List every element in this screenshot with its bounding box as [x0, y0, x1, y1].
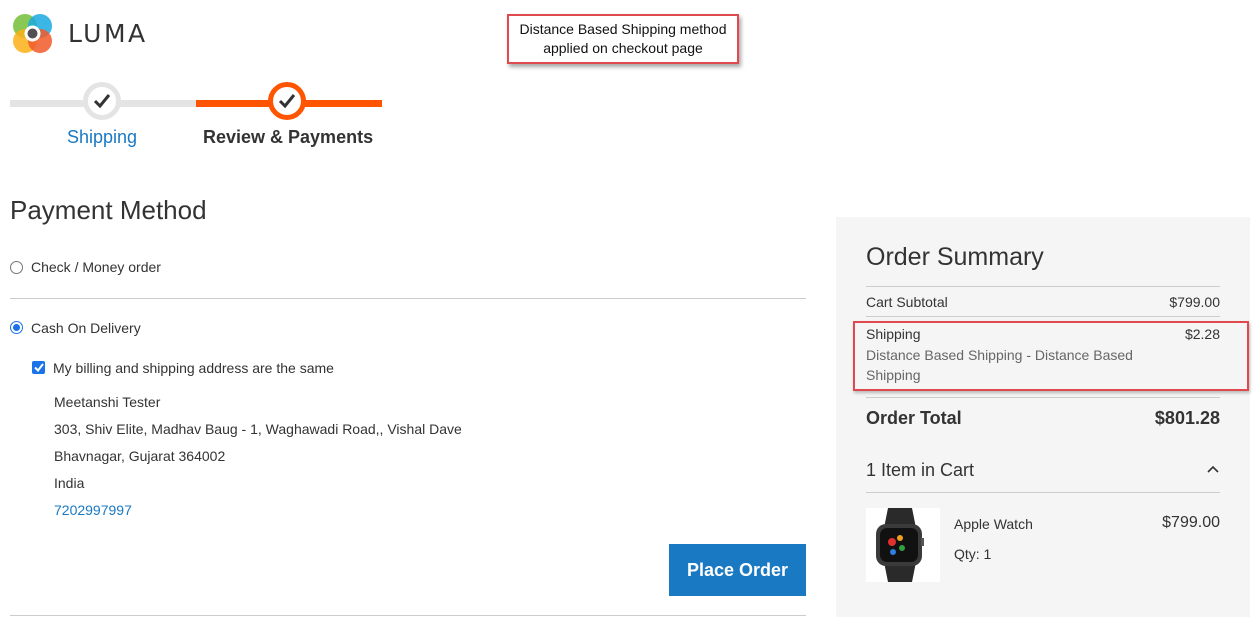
shipping-value: $2.28	[1184, 326, 1220, 342]
product-qty: Qty: 1	[954, 546, 992, 562]
radio-check-money-order[interactable]	[10, 261, 23, 274]
product-name: Apple Watch	[954, 516, 1033, 532]
payment-method-label-check[interactable]: Check / Money order	[31, 259, 161, 275]
cart-subtotal-row: Cart Subtotal $799.00	[866, 294, 1220, 310]
items-in-cart-label: 1 Item in Cart	[866, 460, 975, 480]
checkmark-icon	[33, 363, 44, 372]
checkmark-icon	[278, 94, 296, 109]
step-review-circle	[268, 82, 306, 120]
address-phone-link[interactable]: 7202997997	[54, 502, 132, 518]
logo-text: LUMA	[68, 19, 148, 48]
luma-logo-icon	[13, 14, 52, 53]
order-summary-panel: Order Summary Cart Subtotal $799.00 Ship…	[836, 217, 1250, 617]
order-total-value: $801.28	[1154, 408, 1220, 428]
step-review-label: Review & Payments	[203, 127, 374, 147]
checkout-progress: Shipping Review & Payments	[10, 78, 382, 158]
shipping-label: Shipping	[866, 326, 921, 342]
address-name: Meetanshi Tester	[54, 394, 161, 410]
cart-subtotal-label: Cart Subtotal	[866, 294, 948, 310]
step-shipping-circle[interactable]	[83, 82, 121, 120]
address-city: Bhavnagar, Gujarat 364002	[54, 448, 226, 464]
order-total-label: Order Total	[866, 408, 962, 428]
checkmark-icon	[93, 94, 111, 109]
order-total-row: Order Total $801.28	[866, 408, 1220, 429]
same-address-label[interactable]: My billing and shipping address are the …	[53, 360, 334, 376]
annotation-line-2: applied on checkout page	[543, 40, 703, 56]
divider	[866, 397, 1220, 398]
apple-watch-thumbnail	[866, 508, 940, 582]
product-price: $799.00	[1162, 514, 1220, 531]
shipping-row: Shipping $2.28	[866, 326, 1220, 342]
annotation-callout: Distance Based Shipping method applied o…	[507, 14, 739, 64]
address-street: 303, Shiv Elite, Madhav Baug - 1, Waghaw…	[54, 421, 462, 437]
shipping-method-description: Distance Based Shipping - Distance Based…	[866, 347, 1133, 383]
cart-subtotal-value: $799.00	[1169, 294, 1220, 310]
luma-logo[interactable]: LUMA	[10, 11, 148, 56]
divider	[866, 492, 1220, 493]
annotation-line-1: Distance Based Shipping method	[519, 21, 727, 37]
divider	[866, 316, 1220, 317]
items-in-cart-toggle[interactable]: 1 Item in Cart	[866, 460, 1220, 481]
payment-method-label-cod[interactable]: Cash On Delivery	[31, 320, 141, 336]
radio-cash-on-delivery[interactable]	[10, 321, 23, 334]
step-shipping-label[interactable]: Shipping	[67, 127, 137, 148]
same-address-checkbox[interactable]	[32, 361, 45, 374]
place-order-button[interactable]: Place Order	[669, 544, 806, 596]
divider	[10, 615, 806, 616]
payment-method-title: Payment Method	[10, 195, 207, 225]
order-summary-title: Order Summary	[866, 243, 1044, 271]
divider	[866, 286, 1220, 287]
address-country: India	[54, 475, 85, 491]
chevron-up-icon	[1207, 465, 1219, 473]
divider	[10, 298, 806, 299]
